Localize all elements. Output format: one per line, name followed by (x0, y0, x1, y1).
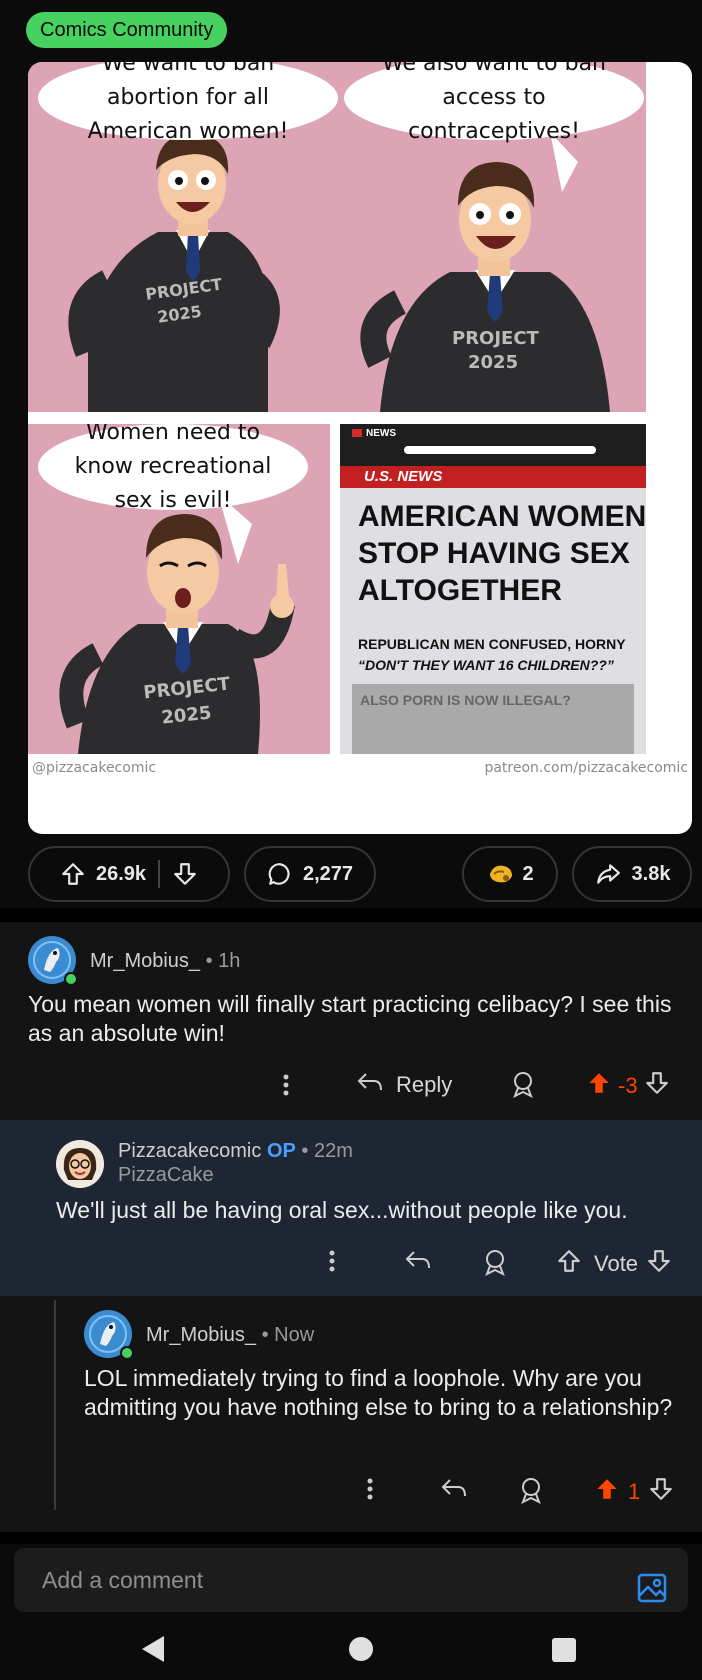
share-button[interactable]: 3.8k (572, 846, 692, 902)
upvote-icon[interactable] (556, 1248, 582, 1280)
vote-divider (158, 860, 161, 888)
share-count: 3.8k (631, 862, 671, 885)
award-button[interactable]: 2 (462, 846, 558, 902)
award-comment-button[interactable] (518, 1476, 544, 1510)
comment-time: • 22m (301, 1140, 353, 1162)
comment-author[interactable]: Mr_Mobius_ • Now (146, 1324, 314, 1347)
comment-vote-controls: 1 (594, 1476, 674, 1508)
news-section: U.S. NEWS (340, 466, 646, 488)
more-vert-icon (276, 1072, 296, 1104)
svg-text:2025: 2025 (468, 352, 518, 373)
comic-panel-3: PROJECT 2025 Women need to know recreati… (28, 424, 330, 754)
share-icon (594, 861, 622, 887)
op-badge: OP (266, 1140, 296, 1162)
comic-panel-4-news: NEWS U.S. NEWS AMERICAN WOMEN STOP HAVIN… (340, 424, 646, 754)
reply-label: Reply (396, 1072, 453, 1097)
upvote-count: 26.9k (95, 862, 147, 885)
news-headline: AMERICAN WOMEN STOP HAVING SEX ALTOGETHE… (358, 500, 646, 607)
avatar-image (56, 1140, 104, 1188)
reply-icon (440, 1476, 468, 1506)
comment-count: 2,277 (302, 862, 354, 885)
nav-back-icon[interactable] (138, 1634, 166, 1669)
news-header-bar: NEWS (340, 424, 646, 466)
add-comment-placeholder: Add a comment (42, 1567, 204, 1593)
comment-score: 1 (628, 1479, 641, 1504)
panel-2-text: We also want to ban access to contracept… (381, 62, 606, 144)
comment-author[interactable]: Pizzacakecomic OP • 22m (118, 1140, 353, 1163)
more-options-button[interactable] (276, 1072, 296, 1104)
award-icon (482, 1248, 508, 1282)
comments-button[interactable]: 2,277 (244, 846, 376, 902)
comment-body: You mean women will finally start practi… (28, 991, 672, 1046)
reply-icon (356, 1070, 384, 1100)
award-icon (518, 1476, 544, 1510)
comic-image[interactable]: PROJECT 2025 We want to ban abortion for… (28, 62, 692, 834)
comment-vote-controls: Vote (556, 1248, 672, 1280)
reply-button[interactable]: Reply (356, 1070, 452, 1100)
section-divider (0, 908, 702, 922)
speech-bubble: We want to ban abortion for all American… (38, 62, 338, 144)
downvote-icon[interactable] (172, 861, 198, 887)
comment-time: • 1h (205, 950, 241, 972)
more-vert-icon (322, 1248, 342, 1280)
award-icon (510, 1070, 536, 1104)
more-vert-icon (360, 1476, 380, 1508)
speech-bubble: We also want to ban access to contracept… (344, 62, 644, 144)
reply-button[interactable] (440, 1476, 468, 1506)
online-indicator (120, 1346, 134, 1360)
more-options-button[interactable] (360, 1476, 380, 1508)
upvote-icon[interactable] (594, 1476, 620, 1508)
post-flair[interactable]: Comics Community (26, 12, 228, 48)
comment-vote-controls: -3 (586, 1070, 670, 1102)
comic-panel-2: PROJECT 2025 We also want to ban access … (340, 62, 646, 412)
reply-button[interactable] (404, 1248, 432, 1278)
award-count: 2 (522, 862, 534, 885)
system-navigation-bar (0, 1622, 702, 1680)
speech-bubble: Women need to know recreational sex is e… (38, 424, 308, 513)
downvote-icon[interactable] (644, 1070, 670, 1102)
section-divider (0, 1532, 702, 1544)
reply-icon (404, 1248, 432, 1278)
news-tag: NEWS (352, 428, 396, 439)
nav-recents-icon[interactable] (550, 1636, 578, 1669)
image-icon[interactable] (636, 1564, 668, 1628)
vote-label: Vote (594, 1251, 639, 1276)
panel-1-text: We want to ban abortion for all American… (87, 62, 289, 144)
credit-right: patreon.com/pizzacakecomic (484, 760, 688, 776)
downvote-icon[interactable] (648, 1476, 674, 1508)
panel-3-text: Women need to know recreational sex is e… (74, 424, 272, 513)
vote-pill: 26.9k (28, 846, 230, 902)
nav-home-icon[interactable] (347, 1634, 375, 1669)
award-icon (486, 860, 516, 888)
comment-body: We'll just all be having oral sex...with… (56, 1197, 628, 1223)
comment-score: -3 (618, 1073, 638, 1098)
online-indicator (64, 972, 78, 986)
award-comment-button[interactable] (510, 1070, 536, 1104)
avatar[interactable] (56, 1140, 104, 1188)
comment-bubble-icon (267, 861, 293, 887)
upvote-icon[interactable] (60, 861, 86, 887)
news-subhead: REPUBLICAN MEN CONFUSED, HORNY “DON'T TH… (358, 636, 626, 673)
user-flair: PizzaCake (118, 1164, 214, 1186)
add-comment-input[interactable]: Add a comment (14, 1548, 688, 1612)
award-comment-button[interactable] (482, 1248, 508, 1282)
comment-body: LOL immediately trying to find a loophol… (84, 1365, 673, 1420)
downvote-icon[interactable] (646, 1248, 672, 1280)
upvote-icon[interactable] (586, 1070, 612, 1102)
comment-time: • Now (261, 1324, 315, 1346)
comment-author[interactable]: Mr_Mobius_ • 1h (90, 950, 240, 973)
news-box: ALSO PORN IS NOW ILLEGAL? (352, 684, 634, 754)
svg-text:PROJECT: PROJECT (452, 328, 540, 349)
thread-line[interactable] (54, 1300, 56, 1510)
comic-panel-1: PROJECT 2025 We want to ban abortion for… (28, 62, 358, 412)
more-options-button[interactable] (322, 1248, 342, 1280)
credit-left: @pizzacakecomic (32, 760, 157, 776)
news-search-bar (404, 446, 596, 454)
